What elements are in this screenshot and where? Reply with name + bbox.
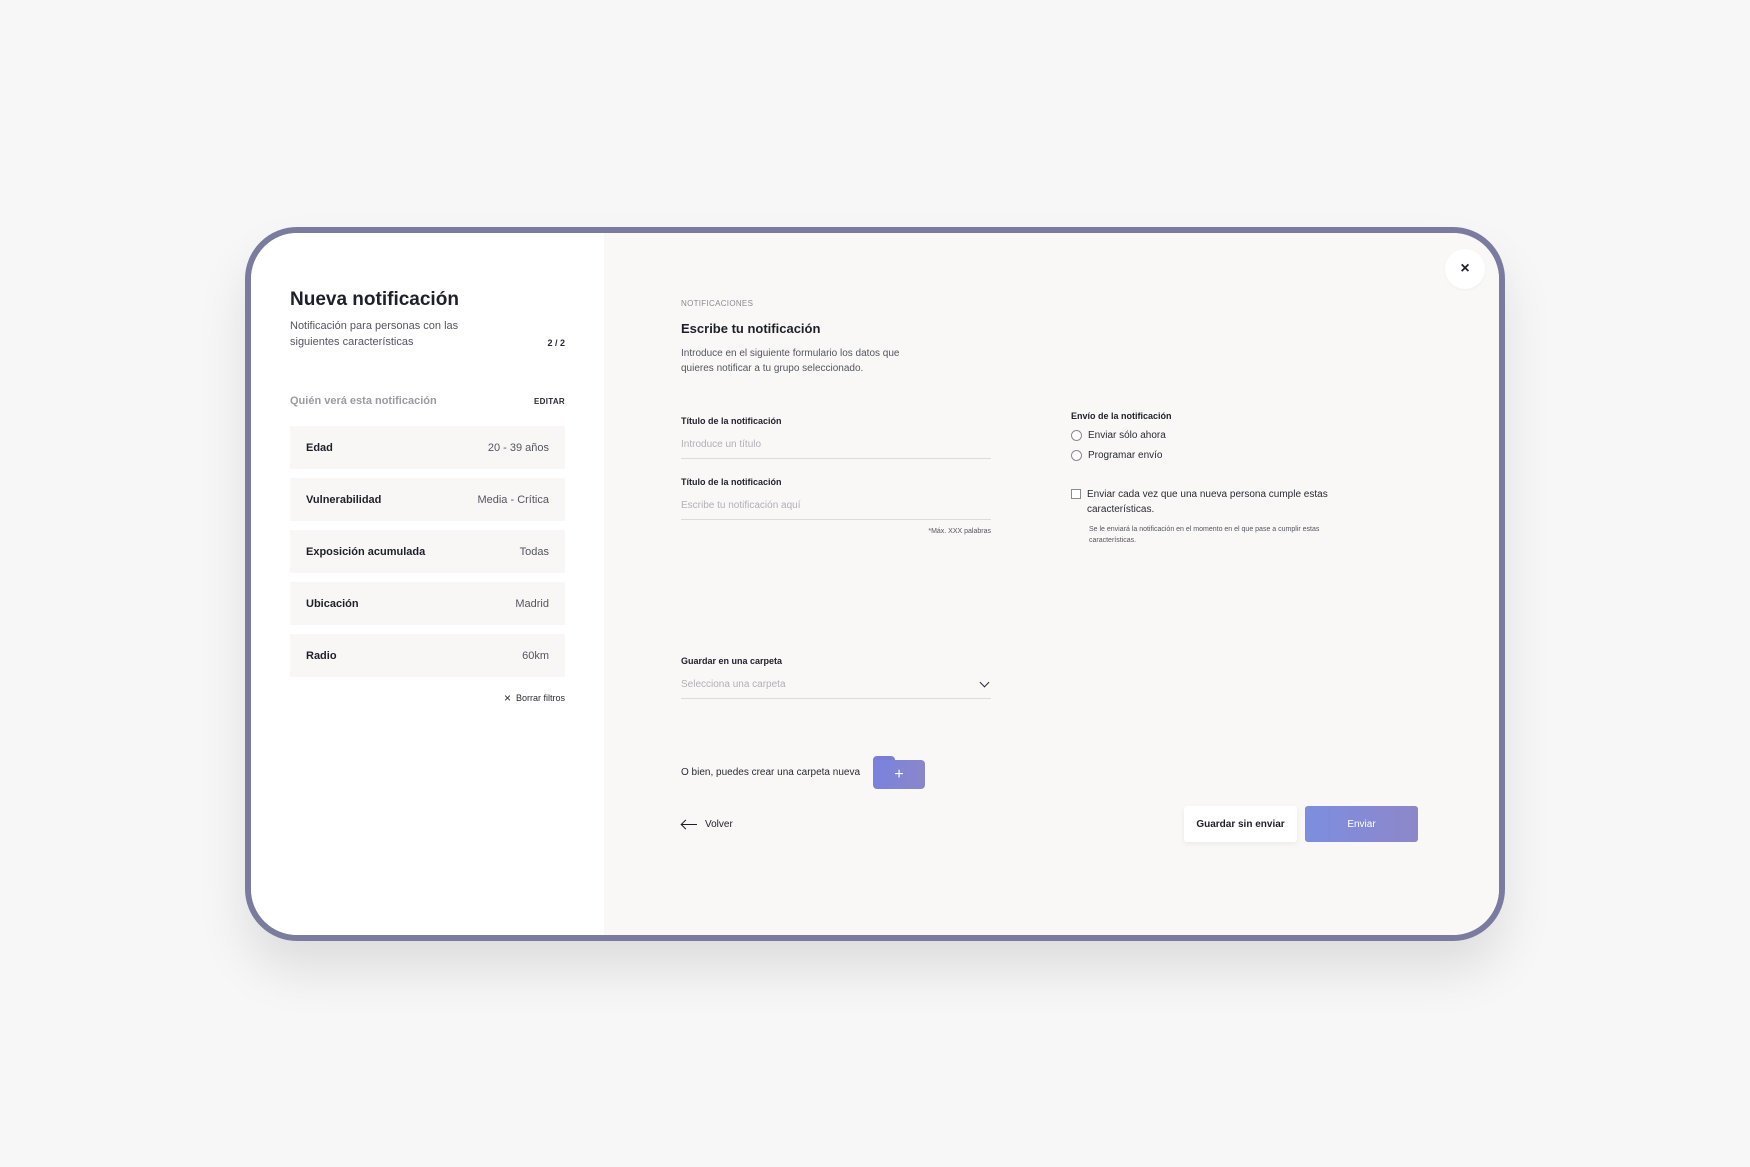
folder-field: Guardar en una carpeta Selecciona una ca… [681, 651, 991, 699]
filter-value: Todas [519, 545, 549, 558]
subtitle-row: Notificación para personas con las sigui… [290, 318, 565, 350]
close-button[interactable]: × [1445, 249, 1485, 289]
body-field: Título de la notificación *Máx. XXX pala… [681, 472, 991, 535]
plus-icon: + [894, 765, 904, 783]
folder-field-label: Guardar en una carpeta [681, 656, 783, 666]
close-icon: × [503, 691, 511, 705]
save-draft-button[interactable]: Guardar sin enviar [1184, 806, 1297, 842]
title-input[interactable] [681, 439, 991, 459]
edit-filters-link[interactable]: EDITAR [534, 397, 565, 406]
send-options: Envío de la notificación Enviar sólo aho… [1071, 411, 1361, 546]
page-title: Nueva notificación [290, 289, 459, 310]
close-icon: × [1460, 260, 1470, 277]
audience-header: Quién verá esta notificación EDITAR [290, 395, 565, 407]
clear-filters-button[interactable]: × Borrar filtros [290, 691, 565, 705]
notification-form-panel: × NOTIFICACIONES Escribe tu notificación… [604, 233, 1499, 935]
section-label: NOTIFICACIONES [681, 299, 754, 308]
filter-value: 20 - 39 años [487, 441, 549, 454]
create-folder-button[interactable]: + [873, 756, 926, 789]
radio-schedule[interactable]: Programar envío [1071, 450, 1361, 461]
radio-circle-icon [1071, 450, 1082, 461]
clear-filters-label: Borrar filtros [515, 693, 565, 703]
radio-send-now[interactable]: Enviar sólo ahora [1071, 430, 1361, 441]
send-button[interactable]: Enviar [1305, 806, 1418, 842]
form-description: Introduce en el siguiente formulario los… [681, 348, 900, 374]
folder-plus-icon: + [873, 760, 926, 789]
create-folder-row: O bien, puedes crear una carpeta nueva + [681, 756, 926, 789]
arrow-left-icon [680, 819, 697, 830]
create-folder-label: O bien, puedes crear una carpeta nueva [681, 767, 861, 778]
title-field-label: Título de la notificación [681, 416, 782, 426]
filter-label: Edad [306, 441, 333, 454]
send-options-label: Envío de la notificación [1071, 411, 1172, 421]
filter-label: Radio [306, 649, 337, 662]
checkbox-note: Se le enviará la notificación en el mome… [1089, 526, 1320, 544]
filter-item-vulnerabilidad: Vulnerabilidad Media - Crítica [290, 478, 565, 521]
form-heading: Escribe tu notificación [681, 321, 821, 336]
body-field-label: Título de la notificación [681, 477, 782, 487]
filter-item-exposicion: Exposición acumulada Todas [290, 530, 565, 573]
checkbox-recurring[interactable]: Enviar cada vez que una nueva persona cu… [1071, 487, 1361, 517]
filter-item-radio: Radio 60km [290, 634, 565, 677]
folder-select[interactable]: Selecciona una carpeta [681, 677, 991, 699]
filter-value: Media - Crítica [477, 493, 549, 506]
page-subtitle: Notificación para personas con las sigui… [290, 320, 459, 348]
filter-label: Ubicación [306, 597, 359, 610]
word-limit-hint: *Máx. XXX palabras [928, 528, 991, 535]
audience-label: Quién verá esta notificación [290, 395, 437, 407]
back-button[interactable]: Volver [680, 819, 733, 830]
filter-value: 60km [522, 649, 549, 662]
filter-value: Madrid [515, 597, 549, 610]
back-label: Volver [705, 819, 733, 830]
title-field: Título de la notificación [681, 411, 991, 459]
checkbox-box-icon [1071, 489, 1081, 499]
radio-label: Enviar sólo ahora [1088, 430, 1166, 441]
filter-label: Exposición acumulada [306, 545, 426, 558]
filters-sidebar: Nueva notificación Notificación para per… [251, 233, 604, 935]
device-frame: Nueva notificación Notificación para per… [245, 227, 1505, 941]
chevron-down-icon [979, 677, 990, 688]
radio-label: Programar envío [1088, 450, 1163, 461]
filter-item-edad: Edad 20 - 39 años [290, 426, 565, 469]
filter-label: Vulnerabilidad [306, 493, 382, 506]
checkbox-label: Enviar cada vez que una nueva persona cu… [1087, 489, 1328, 515]
folder-select-value: Selecciona una carpeta [681, 679, 786, 690]
step-indicator: 2 / 2 [547, 338, 565, 348]
body-input[interactable] [681, 500, 991, 520]
filter-list: Edad 20 - 39 años Vulnerabilidad Media -… [290, 426, 565, 677]
radio-circle-icon [1071, 430, 1082, 441]
filter-item-ubicacion: Ubicación Madrid [290, 582, 565, 625]
